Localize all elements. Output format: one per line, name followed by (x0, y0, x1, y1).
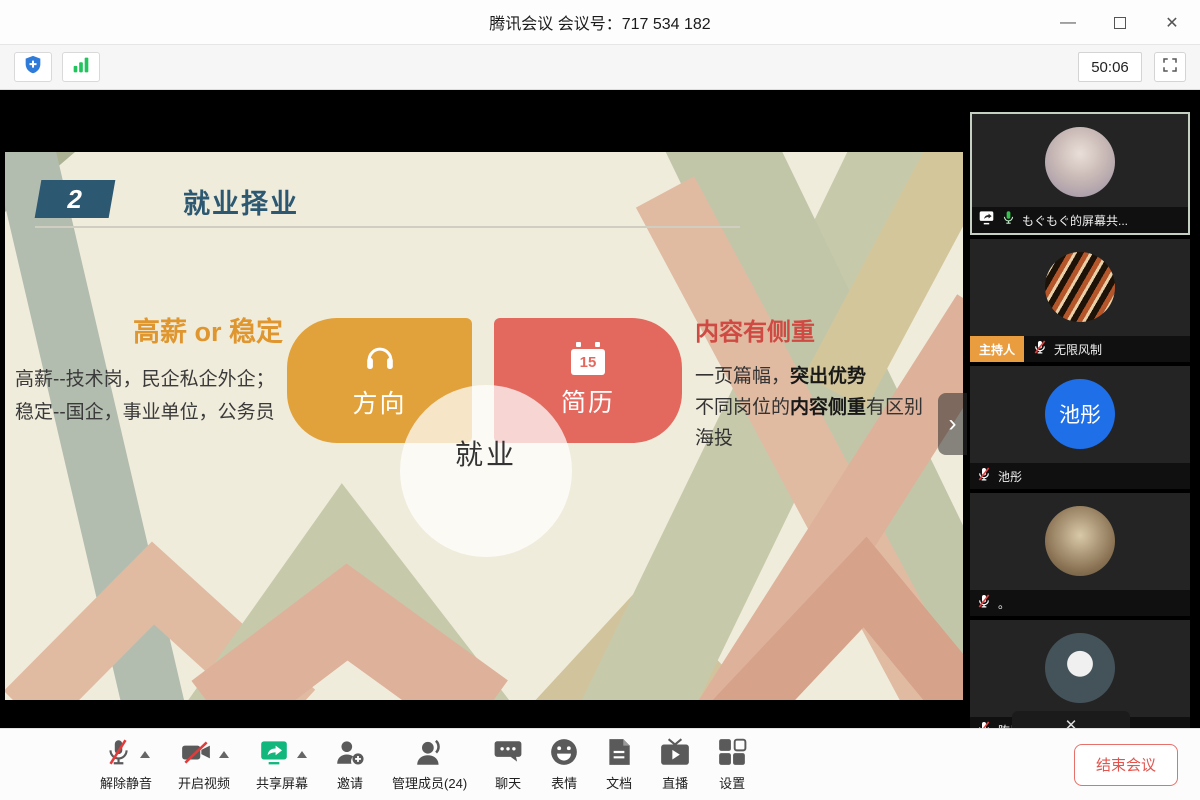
share-screen-icon (258, 737, 290, 772)
window-controls: — ✕ (1054, 0, 1186, 45)
next-panel-button[interactable]: › (938, 393, 967, 455)
meeting-toolbar: 解除静音 开启视频 共享屏幕 邀请 (0, 728, 1200, 800)
meeting-main-area: 2 就业择业 高薪 or 稳定 高薪--技术岗，民企私企外企； 稳定--国企，事… (0, 90, 1200, 728)
participant-namebar: 池彤 (970, 463, 1190, 489)
fullscreen-icon (1161, 56, 1179, 79)
document-icon (605, 737, 633, 772)
security-shield-button[interactable] (14, 52, 52, 82)
slide-right-text: 内容有侧重 一页篇幅，突出优势 不同岗位的内容侧重有区别 海投 (695, 312, 945, 454)
close-button[interactable]: ✕ (1158, 9, 1186, 37)
left-line-2: 稳定--国企，事业单位，公务员 (15, 396, 283, 429)
emoji-button[interactable]: 表情 (549, 737, 579, 792)
mic-muted-icon (1032, 339, 1048, 360)
shield-icon (22, 54, 44, 81)
left-heading: 高薪 or 稳定 (15, 310, 283, 349)
host-badge: 主持人 (970, 336, 1024, 362)
avatar (1045, 506, 1115, 576)
participant-tile[interactable]: 。 (970, 493, 1190, 616)
smiley-icon (549, 737, 579, 772)
minimize-button[interactable]: — (1054, 9, 1082, 37)
mic-muted-icon (976, 593, 992, 614)
card-direction-label: 方向 (352, 384, 406, 420)
avatar (1045, 633, 1115, 703)
docs-button[interactable]: 文档 (605, 737, 633, 792)
mic-on-icon (1001, 210, 1016, 230)
participant-tile[interactable]: 陈昱行 ✕ (970, 620, 1190, 728)
fullscreen-button[interactable] (1154, 52, 1186, 82)
manage-members-button[interactable]: 管理成员(24) (392, 737, 467, 792)
maximize-button[interactable] (1106, 9, 1134, 37)
participant-name: 。 (998, 595, 1010, 612)
invite-person-icon (334, 737, 366, 772)
avatar (1045, 252, 1115, 322)
close-icon: ✕ (1065, 716, 1078, 728)
share-options-caret[interactable] (297, 751, 307, 758)
headphones-icon (362, 341, 398, 376)
audio-options-caret[interactable] (140, 751, 150, 758)
meeting-timer: 50:06 (1078, 52, 1142, 82)
slide-section-title: 就业择业 (183, 182, 299, 221)
participant-tile[interactable]: 池彤 池彤 (970, 366, 1190, 489)
mic-muted-icon (103, 737, 133, 772)
shared-screen-stage: 2 就业择业 高薪 or 稳定 高薪--技术岗，民企私企外企； 稳定--国企，事… (0, 90, 968, 728)
participants-panel: もぐもぐ的屏幕共... 主持人 无限风制 池彤 池彤 (968, 90, 1200, 728)
chevron-right-icon: › (949, 410, 957, 438)
participant-name: 无限风制 (1054, 341, 1102, 358)
slide-section-number: 2 (35, 180, 116, 218)
window-title: 腾讯会议 会议号：717 534 182 (489, 10, 710, 34)
chat-button[interactable]: 聊天 (493, 737, 523, 792)
mic-muted-icon (976, 466, 992, 487)
camera-muted-icon (180, 737, 212, 772)
members-icon (414, 737, 446, 772)
signal-bars-icon (70, 54, 92, 81)
avatar: 池彤 (1045, 379, 1115, 449)
slide-left-text: 高薪 or 稳定 高薪--技术岗，民企私企外企； 稳定--国企，事业单位，公务员 (15, 310, 283, 429)
right-line-2: 不同岗位的内容侧重有区别 (695, 392, 945, 423)
video-options-caret[interactable] (219, 751, 229, 758)
mic-muted-icon (976, 720, 992, 729)
settings-grid-icon (717, 737, 747, 772)
window-titlebar: 腾讯会议 会议号：717 534 182 — ✕ (0, 0, 1200, 45)
settings-button[interactable]: 设置 (717, 737, 747, 792)
center-label: 就业 (400, 433, 572, 473)
participant-tile[interactable]: もぐもぐ的屏幕共... (970, 112, 1190, 235)
slide-title-underline (35, 226, 740, 228)
calendar-day-number: 15 (571, 349, 605, 375)
left-line-1: 高薪--技术岗，民企私企外企； (15, 363, 283, 396)
participant-name: 池彤 (998, 468, 1022, 485)
avatar (1045, 127, 1115, 197)
participant-namebar: 。 (970, 590, 1190, 616)
network-signal-button[interactable] (62, 52, 100, 82)
screen-share-icon (978, 210, 995, 230)
calendar-icon: 15 (571, 342, 605, 375)
participant-name: もぐもぐ的屏幕共... (1022, 212, 1128, 229)
presentation-slide: 2 就业择业 高薪 or 稳定 高薪--技术岗，民企私企外企； 稳定--国企，事… (5, 152, 963, 700)
avatar-initials: 池彤 (1059, 399, 1101, 429)
right-line-1: 一页篇幅，突出优势 (695, 361, 945, 392)
maximize-icon (1114, 17, 1126, 29)
chat-bubble-icon (493, 737, 523, 772)
participant-namebar: もぐもぐ的屏幕共... (972, 207, 1188, 233)
card-resume-label: 简历 (561, 383, 615, 419)
end-meeting-button[interactable]: 结束会议 (1074, 744, 1178, 786)
participant-tile[interactable]: 主持人 无限风制 (970, 239, 1190, 362)
participant-namebar: 主持人 无限风制 (970, 336, 1190, 362)
video-strip-collapse-button[interactable]: ✕ (1012, 711, 1130, 728)
live-stream-button[interactable]: 直播 (659, 737, 691, 792)
start-video-button[interactable]: 开启视频 (178, 737, 230, 792)
status-bar: 50:06 (0, 45, 1200, 90)
unmute-button[interactable]: 解除静音 (100, 737, 152, 792)
right-heading: 内容有侧重 (695, 312, 945, 347)
share-screen-button[interactable]: 共享屏幕 (256, 737, 308, 792)
right-line-3: 海投 (695, 423, 945, 454)
tv-play-icon (659, 737, 691, 772)
invite-button[interactable]: 邀请 (334, 737, 366, 792)
